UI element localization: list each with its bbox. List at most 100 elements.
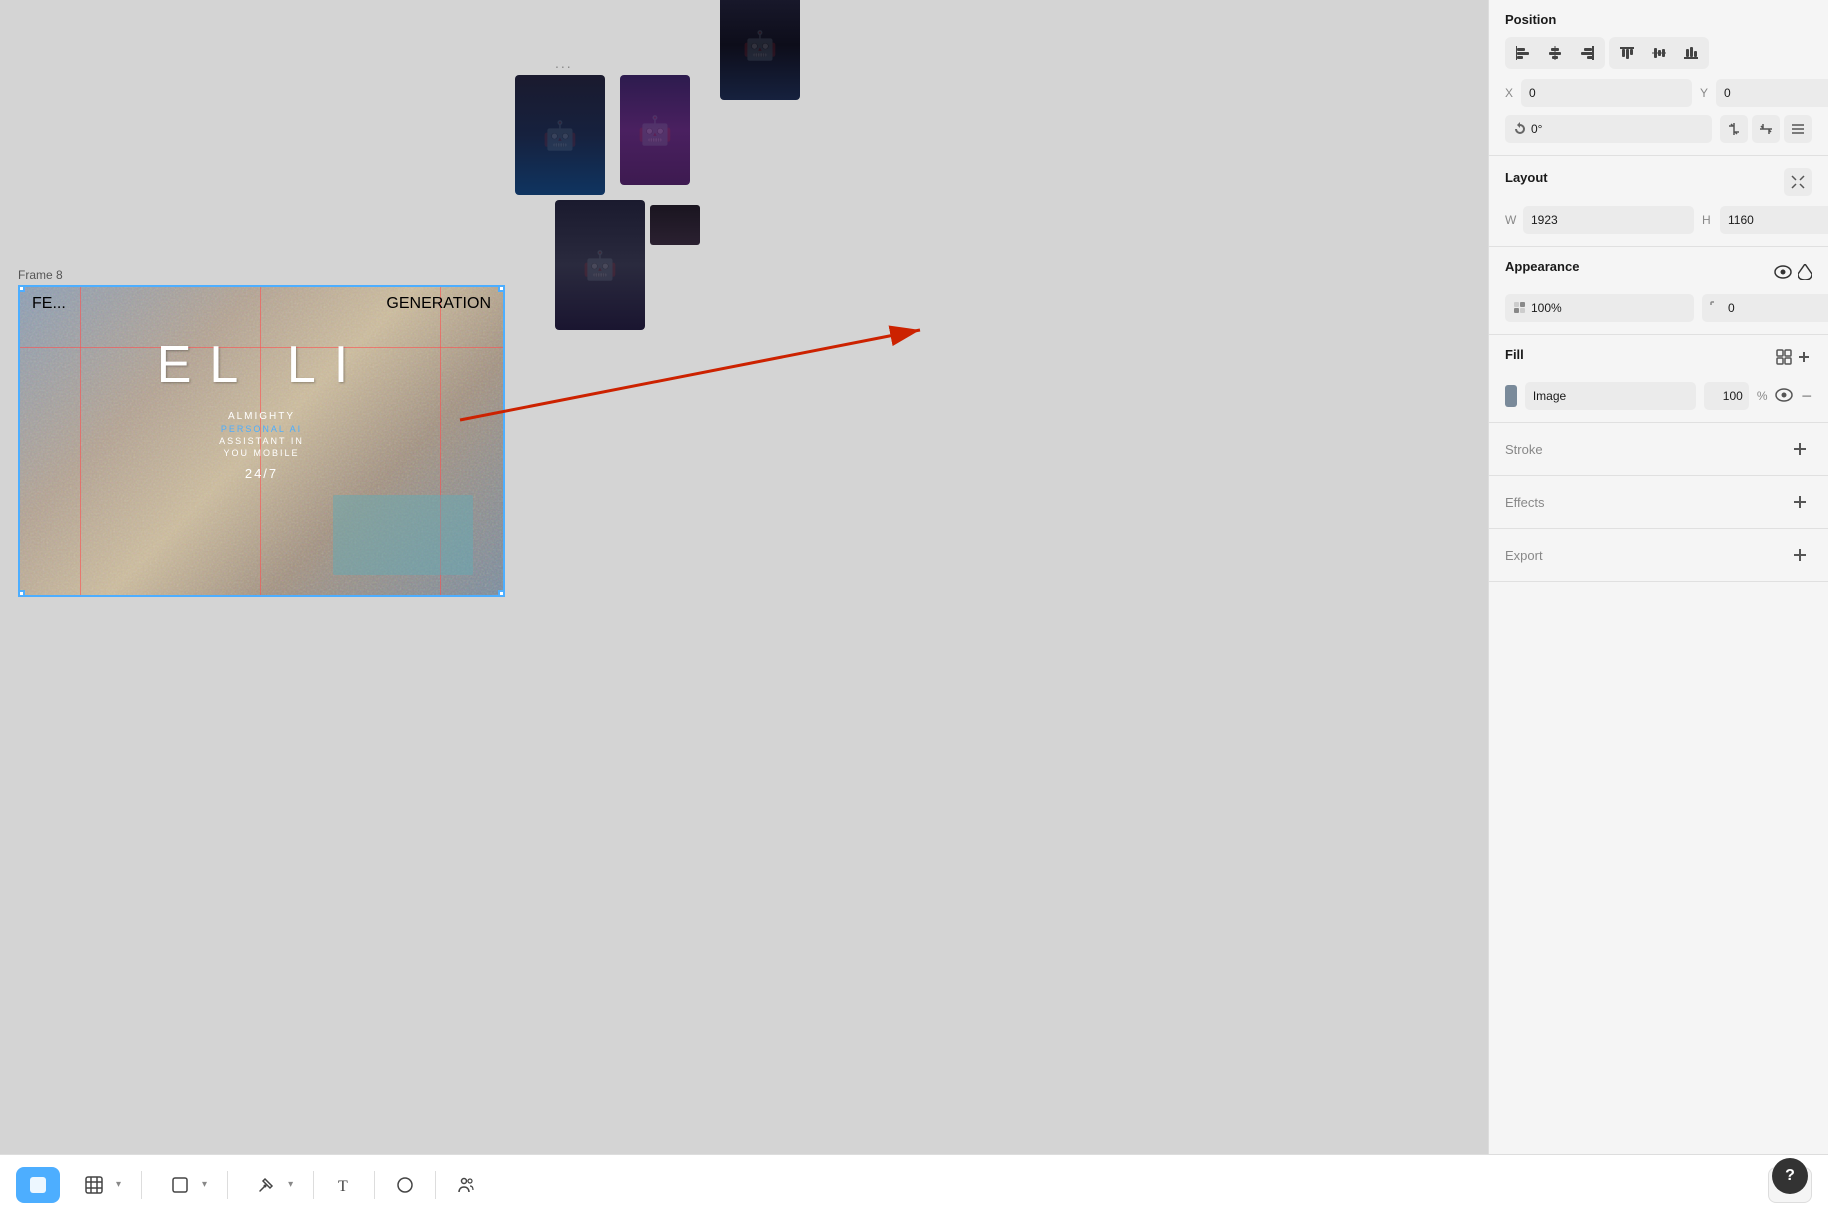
- you-mobile-text: YOU MOBILE: [223, 448, 299, 458]
- grid-dropdown-arrow: ▾: [116, 1179, 121, 1190]
- rotation-input[interactable]: [1531, 122, 1571, 136]
- align-horizontal-group: [1505, 37, 1605, 69]
- shape-tool-button[interactable]: [387, 1167, 423, 1203]
- toolbar-divider-4: [374, 1171, 375, 1199]
- align-vertical-group: [1609, 37, 1709, 69]
- robot-image-4[interactable]: [650, 205, 700, 245]
- frame-label: Frame 8: [18, 268, 63, 282]
- align-bottom-button[interactable]: [1676, 40, 1706, 66]
- align-center-h-button[interactable]: [1540, 40, 1570, 66]
- x-label: X: [1505, 86, 1517, 100]
- people-tool-button[interactable]: [448, 1167, 484, 1203]
- y-label: Y: [1700, 86, 1712, 100]
- grid-tool-button[interactable]: [76, 1167, 112, 1203]
- stroke-section: Stroke: [1489, 423, 1828, 476]
- export-section: Export: [1489, 529, 1828, 582]
- align-center-v-button[interactable]: [1644, 40, 1674, 66]
- xy-row: X Y: [1505, 79, 1812, 107]
- elli-heading: EL LI: [157, 335, 367, 395]
- svg-text:T: T: [338, 1178, 348, 1194]
- appearance-section: Appearance: [1489, 247, 1828, 335]
- visibility-toggle-button[interactable]: [1774, 265, 1792, 279]
- help-button[interactable]: ?: [1772, 1158, 1808, 1194]
- frame-tool-button[interactable]: [162, 1167, 198, 1203]
- pen-tool-button[interactable]: [248, 1167, 284, 1203]
- rotation-row: [1505, 115, 1812, 143]
- h-label: H: [1702, 213, 1716, 227]
- fill-type-input[interactable]: [1525, 382, 1696, 410]
- layout-header: Layout: [1505, 168, 1812, 196]
- help-label: ?: [1785, 1167, 1795, 1185]
- robot-image-3[interactable]: 🤖: [555, 200, 645, 330]
- x-input[interactable]: [1521, 79, 1692, 107]
- wh-row: W H: [1505, 206, 1812, 234]
- radius-icon: [1710, 301, 1724, 315]
- effects-add-button[interactable]: [1788, 490, 1812, 514]
- frame-background: FE... GENERATION EL LI ALMIGHTY PERSONAL…: [20, 287, 503, 595]
- design-frame[interactable]: FE... GENERATION EL LI ALMIGHTY PERSONAL…: [18, 285, 505, 597]
- canvas-area: ... 🤖 🤖 🤖 🤖 Frame 8: [0, 0, 1488, 1154]
- fill-add-button[interactable]: [1796, 349, 1812, 370]
- fill-opacity-input[interactable]: [1704, 382, 1749, 410]
- opacity-input[interactable]: [1531, 301, 1686, 315]
- almighty-text: ALMIGHTY: [228, 411, 295, 422]
- fill-row: % −: [1505, 382, 1812, 410]
- toolbar-divider-2: [227, 1171, 228, 1199]
- text-tool-button[interactable]: T: [326, 1167, 362, 1203]
- ellipsis-label: ...: [555, 55, 573, 71]
- fill-grid-button[interactable]: [1776, 349, 1792, 370]
- position-section: Position: [1489, 0, 1828, 156]
- personal-ai-text: PERSONAL AI: [221, 424, 302, 434]
- align-left-button[interactable]: [1508, 40, 1538, 66]
- toolbar-group-frame: ▾: [154, 1167, 215, 1203]
- effects-section: Effects: [1489, 476, 1828, 529]
- align-top-button[interactable]: [1612, 40, 1642, 66]
- fill-mode-button[interactable]: [1798, 264, 1812, 280]
- w-input[interactable]: [1523, 206, 1694, 234]
- align-right-button[interactable]: [1572, 40, 1602, 66]
- w-field: W: [1505, 206, 1694, 234]
- robot-image-2[interactable]: 🤖: [620, 75, 690, 185]
- resize-handle-tr[interactable]: [498, 285, 505, 292]
- fill-percent-label: %: [1757, 389, 1768, 403]
- fill-remove-button[interactable]: −: [1801, 387, 1812, 405]
- y-input[interactable]: [1716, 79, 1828, 107]
- flip-h-button[interactable]: [1720, 115, 1748, 143]
- annotation-arrow: [450, 300, 950, 500]
- teal-rectangle: [333, 495, 473, 575]
- right-panel: Position: [1488, 0, 1828, 1154]
- fill-visibility-button[interactable]: [1775, 388, 1793, 405]
- radius-field: [1702, 294, 1828, 322]
- export-add-button[interactable]: [1788, 543, 1812, 567]
- layout-collapse-button[interactable]: [1784, 168, 1812, 196]
- robot-image-1[interactable]: 🤖: [515, 75, 605, 195]
- pen-dropdown-arrow: ▾: [288, 1179, 293, 1190]
- x-field: X: [1505, 79, 1692, 107]
- y-field: Y: [1700, 79, 1828, 107]
- robot-image-5[interactable]: 🤖: [720, 0, 800, 100]
- toolbar-group-grid: ▾: [68, 1167, 129, 1203]
- h-field: H: [1702, 206, 1828, 234]
- fill-header: Fill: [1505, 347, 1812, 372]
- flip-v-button[interactable]: [1752, 115, 1780, 143]
- position-title: Position: [1505, 12, 1812, 27]
- export-title: Export: [1505, 548, 1543, 563]
- toolbar-divider-1: [141, 1171, 142, 1199]
- resize-handle-br[interactable]: [498, 590, 505, 597]
- hours-text: 24/7: [245, 466, 278, 481]
- w-label: W: [1505, 213, 1519, 227]
- opacity-field: [1505, 294, 1694, 322]
- frame-dropdown-arrow: ▾: [202, 1179, 207, 1190]
- fill-color-swatch[interactable]: [1505, 385, 1517, 407]
- h-input[interactable]: [1720, 206, 1828, 234]
- resize-handle-tl[interactable]: [18, 285, 25, 292]
- layout-section: Layout W H: [1489, 156, 1828, 247]
- resize-handle-bl[interactable]: [18, 590, 25, 597]
- bottom-toolbar: ▾ ▾ ▾ T </>: [0, 1154, 1828, 1214]
- stroke-title: Stroke: [1505, 442, 1543, 457]
- logo-button[interactable]: [16, 1167, 60, 1203]
- align-distribute-button[interactable]: [1784, 115, 1812, 143]
- stroke-add-button[interactable]: [1788, 437, 1812, 461]
- opacity-icon: [1513, 301, 1527, 315]
- radius-input[interactable]: [1728, 301, 1828, 315]
